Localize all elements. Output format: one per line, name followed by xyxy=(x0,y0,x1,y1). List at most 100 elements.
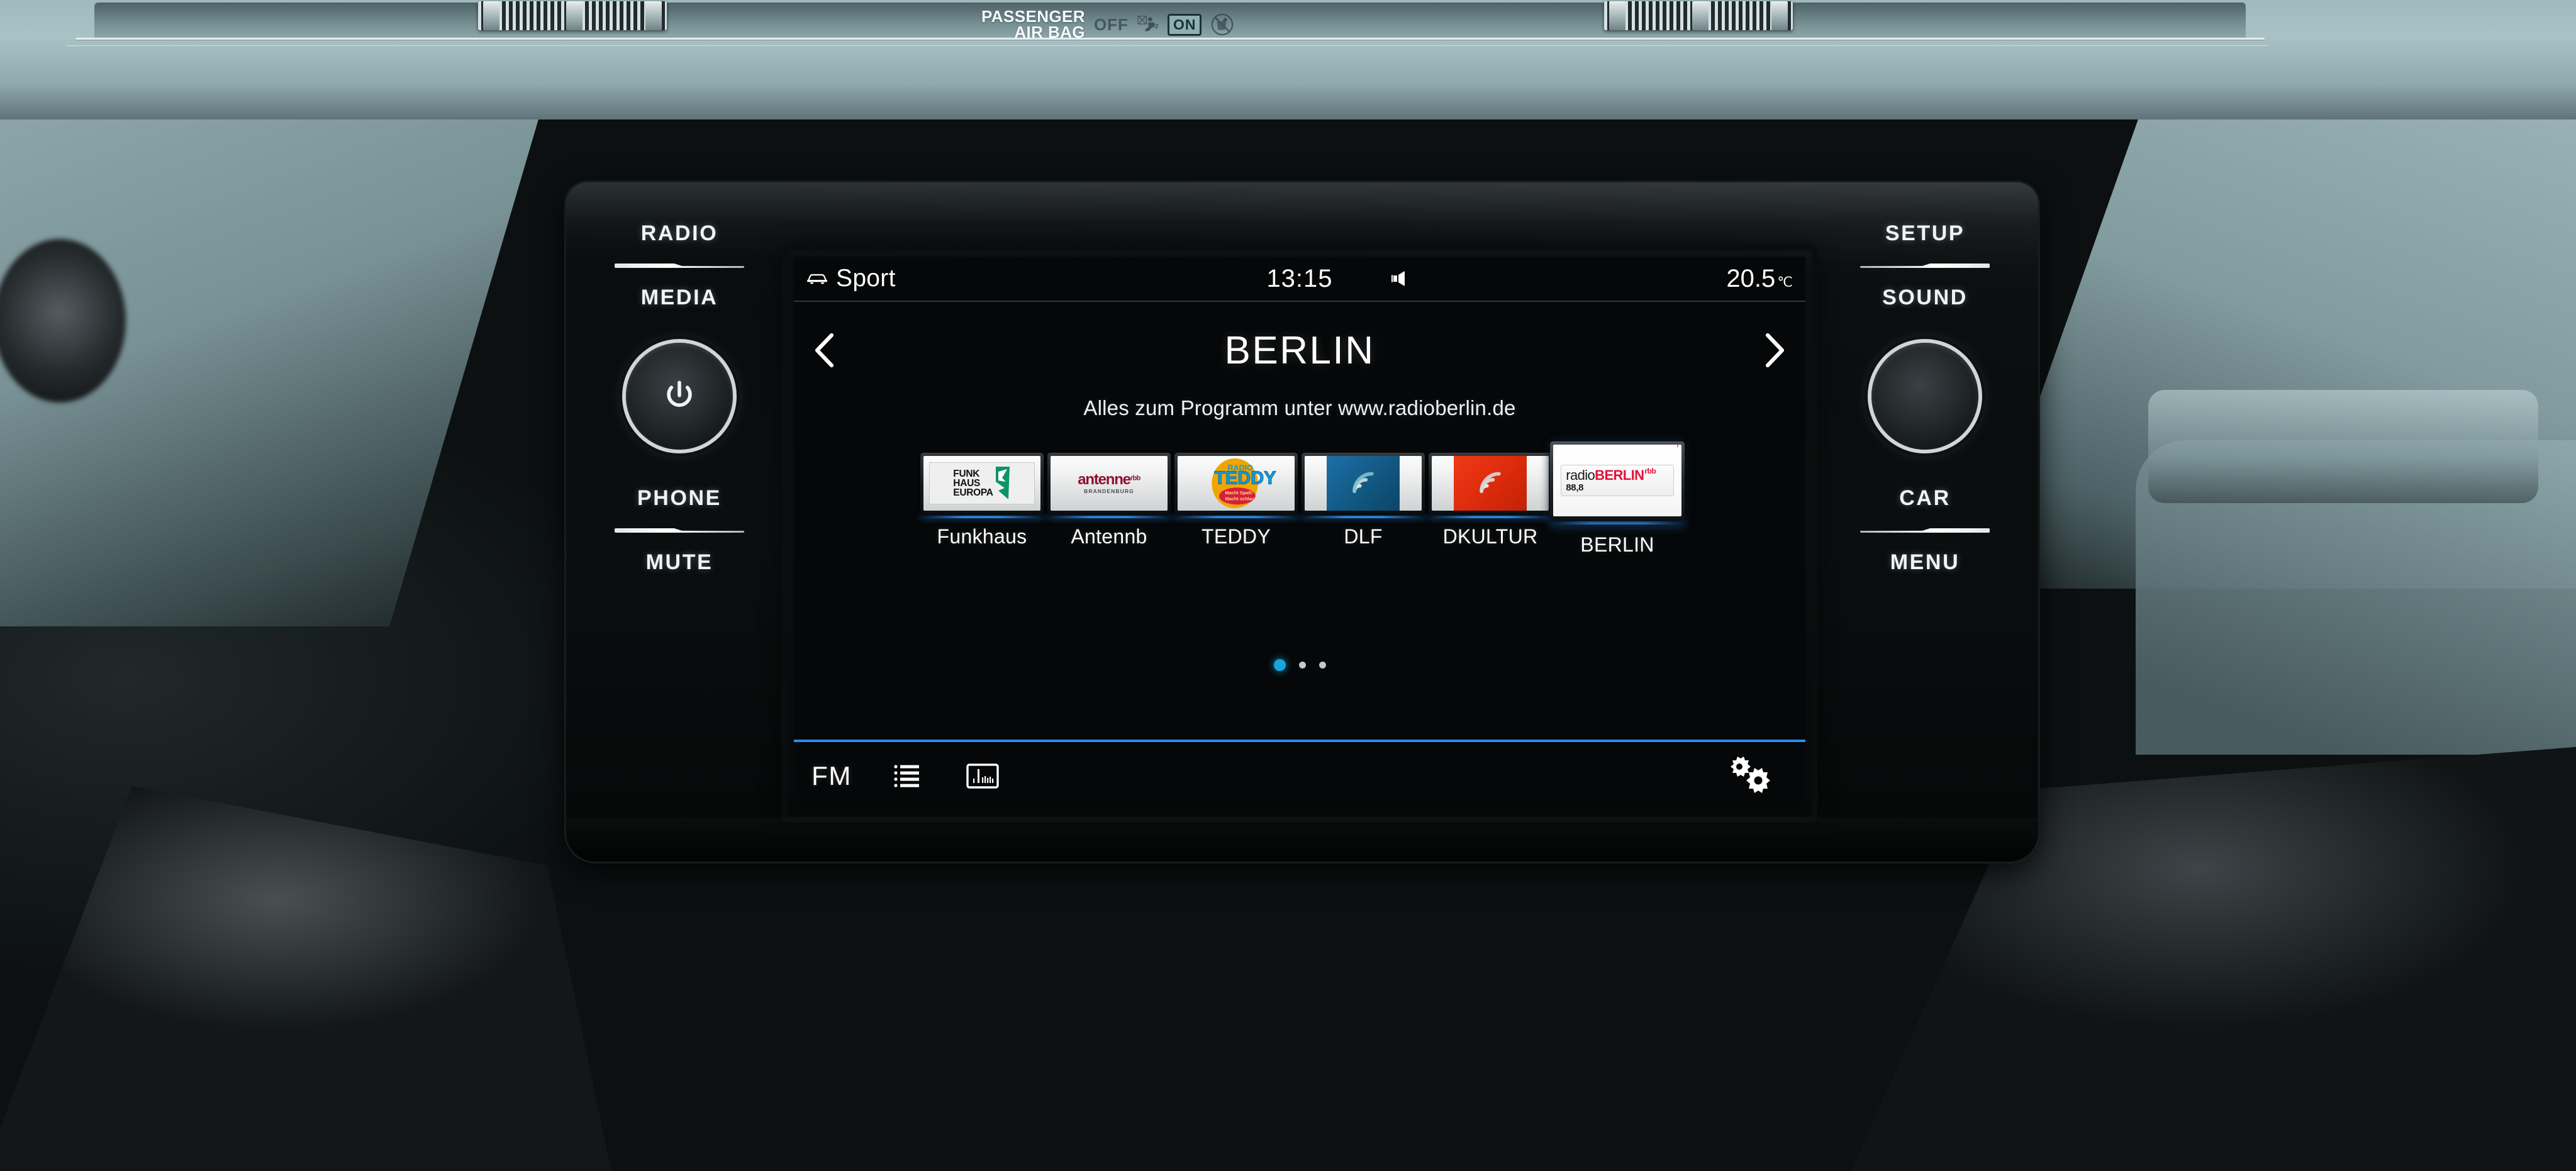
teddy-tagline-1: Macht Spaß! xyxy=(1225,490,1253,496)
radio-berlin-logo: radio BERLIN rbb 88,8 xyxy=(1561,445,1678,496)
car-interior-scene: PASSENGER AIR BAG OFF 2 ON RADIO MEDIA P… xyxy=(0,0,2576,1171)
berlin-logo-prefix: radio xyxy=(1566,467,1595,483)
chevron-left-icon[interactable] xyxy=(810,331,839,369)
dkultur-logo xyxy=(1454,456,1527,511)
preset-logo: TEDDY RADIO Macht Spaß! Macht schlau! xyxy=(1178,456,1295,511)
dashboard-chrome-line-secondary xyxy=(66,45,2268,47)
funkhaus-europa-logo: FUNK HAUS EUROPA xyxy=(929,462,1035,505)
band-fm-button[interactable]: FM xyxy=(794,741,869,810)
tuning-knob-body[interactable] xyxy=(1871,343,1978,450)
pagination-dots[interactable] xyxy=(794,659,1805,671)
glovebox-edge xyxy=(2148,390,2538,503)
preset-logo xyxy=(1305,456,1422,511)
preset-underline xyxy=(920,516,1044,518)
air-vent-left[interactable] xyxy=(478,1,667,30)
preset-tile-antennb[interactable]: antennerbb BRANDENBURG Antennb xyxy=(1047,445,1171,548)
hardware-buttons-left: RADIO MEDIA PHONE MUTE xyxy=(572,182,786,862)
pagination-dot-3[interactable] xyxy=(1319,662,1326,669)
preset-logo: FUNK HAUS EUROPA xyxy=(923,456,1040,511)
dashboard-chrome-line xyxy=(75,38,2265,41)
preset-tile-funkhaus[interactable]: FUNK HAUS EUROPA Funkhaus xyxy=(920,445,1044,548)
funkhaus-logo-text: FUNK HAUS EUROPA xyxy=(953,468,993,498)
antenne-logo-sub: BRANDENBURG xyxy=(1084,488,1134,495)
preset-frame[interactable] xyxy=(1429,453,1552,514)
button-divider-right-top xyxy=(1860,264,1990,268)
button-divider-left-bottom xyxy=(615,528,744,533)
no-child-seat-icon xyxy=(1212,13,1234,36)
preset-frame[interactable]: TEDDY RADIO Macht Spaß! Macht schlau! xyxy=(1174,453,1298,514)
berlin-logo-main: BERLIN xyxy=(1595,467,1644,483)
speaker-icon[interactable] xyxy=(1391,269,1413,289)
station-list-button[interactable] xyxy=(869,741,945,810)
sound-button[interactable]: SOUND xyxy=(1882,286,1968,310)
airbag-off-label: OFF xyxy=(1093,14,1129,34)
preset-underline xyxy=(1429,516,1552,518)
hardware-buttons-right: SETUP SOUND CAR MENU xyxy=(1818,182,2032,862)
power-volume-knob[interactable] xyxy=(617,334,742,458)
settings-button[interactable] xyxy=(1720,754,1774,798)
antenne-logo-rbb: rbb xyxy=(1130,474,1141,482)
preset-frame[interactable]: antennerbb BRANDENBURG xyxy=(1047,453,1171,514)
preset-label: TEDDY xyxy=(1202,525,1271,548)
antenne-logo-main-row: antennerbb xyxy=(1078,472,1140,487)
preset-label: DLF xyxy=(1344,525,1383,548)
head-unit: RADIO MEDIA PHONE MUTE SETUP SOUND CAR M… xyxy=(566,182,2038,862)
power-icon xyxy=(667,380,692,407)
preset-logo: antennerbb BRANDENBURG xyxy=(1051,456,1168,511)
preset-frame[interactable] xyxy=(1302,453,1425,514)
page-title: BERLIN xyxy=(1224,328,1375,372)
gear-icon xyxy=(1731,757,1770,793)
preset-label: BERLIN xyxy=(1580,533,1654,556)
dlf-logo xyxy=(1327,456,1400,511)
pagination-dot-2[interactable] xyxy=(1298,662,1306,669)
status-temperature: 20.5 ℃ xyxy=(1726,265,1793,293)
dashboard-upper-band: PASSENGER AIR BAG OFF 2 ON xyxy=(0,0,2576,119)
preset-label: DKULTUR xyxy=(1442,525,1538,548)
radio-teddy-logo: TEDDY RADIO Macht Spaß! Macht schlau! xyxy=(1212,458,1276,509)
berlin-logo-rbb: rbb xyxy=(1644,467,1656,475)
preset-list: FUNK HAUS EUROPA Funkhaus antennerbb BRA… xyxy=(794,441,1805,557)
chevron-right-icon[interactable] xyxy=(1760,331,1789,369)
air-vent-right[interactable] xyxy=(1604,1,1793,30)
preset-label: Antennb xyxy=(1071,525,1147,548)
teddy-logo-sup: RADIO xyxy=(1227,463,1253,472)
radio-button[interactable]: RADIO xyxy=(641,221,718,246)
car-button[interactable]: CAR xyxy=(1899,486,1950,511)
list-icon xyxy=(894,765,919,787)
status-bar: Sport 13:15 20.5 ℃ xyxy=(794,257,1805,302)
antenne-brandenburg-logo: antennerbb BRANDENBURG xyxy=(1078,472,1140,494)
passenger-airbag-indicator: PASSENGER AIR BAG OFF 2 ON xyxy=(981,0,1397,49)
radio-wave-icon xyxy=(1480,472,1501,493)
tuning-knob[interactable] xyxy=(1863,334,1987,458)
mute-button[interactable]: MUTE xyxy=(646,550,713,575)
button-divider-left-top xyxy=(615,264,744,268)
preset-tile-dkultur[interactable]: DKULTUR xyxy=(1429,445,1552,548)
berlin-logo-row: radio BERLIN rbb xyxy=(1566,445,1678,483)
infotainment-screen[interactable]: Sport 13:15 20.5 ℃ BERLIN Alles zum Prog… xyxy=(794,257,1805,810)
berlin-logo-frequency: 88,8 xyxy=(1566,482,1584,493)
preset-frame[interactable]: radio BERLIN rbb 88,8 xyxy=(1550,441,1685,519)
antenne-logo-main: antenne xyxy=(1078,471,1131,489)
preset-tile-dlf[interactable]: DLF xyxy=(1302,445,1425,548)
radio-text: Alles zum Programm unter www.radioberlin… xyxy=(1083,396,1516,419)
manual-tune-icon xyxy=(966,763,999,789)
media-button[interactable]: MEDIA xyxy=(641,286,718,310)
preset-underline xyxy=(1550,521,1685,524)
phone-button[interactable]: PHONE xyxy=(637,486,722,511)
temperature-value: 20.5 xyxy=(1726,264,1776,292)
radio-wave-icon xyxy=(1352,472,1374,493)
preset-frame[interactable]: FUNK HAUS EUROPA xyxy=(920,453,1044,514)
setup-button[interactable]: SETUP xyxy=(1885,221,1965,246)
menu-button[interactable]: MENU xyxy=(1890,550,1960,575)
preset-underline xyxy=(1302,516,1425,518)
pagination-dot-1[interactable] xyxy=(1273,659,1286,671)
preset-tile-teddy[interactable]: TEDDY RADIO Macht Spaß! Macht schlau! TE… xyxy=(1174,445,1298,548)
preset-label: Funkhaus xyxy=(937,525,1027,548)
funkhaus-star-icon xyxy=(995,467,1010,500)
funkhaus-line-1: FUNK xyxy=(953,468,980,479)
manual-tune-button[interactable] xyxy=(945,741,1020,810)
funkhaus-line-3: EUROPA xyxy=(953,487,993,498)
status-clock: 13:15 xyxy=(1266,264,1333,292)
button-divider-right-bottom xyxy=(1860,528,1990,533)
preset-tile-berlin[interactable]: radio BERLIN rbb 88,8 BERLIN xyxy=(1550,441,1685,557)
